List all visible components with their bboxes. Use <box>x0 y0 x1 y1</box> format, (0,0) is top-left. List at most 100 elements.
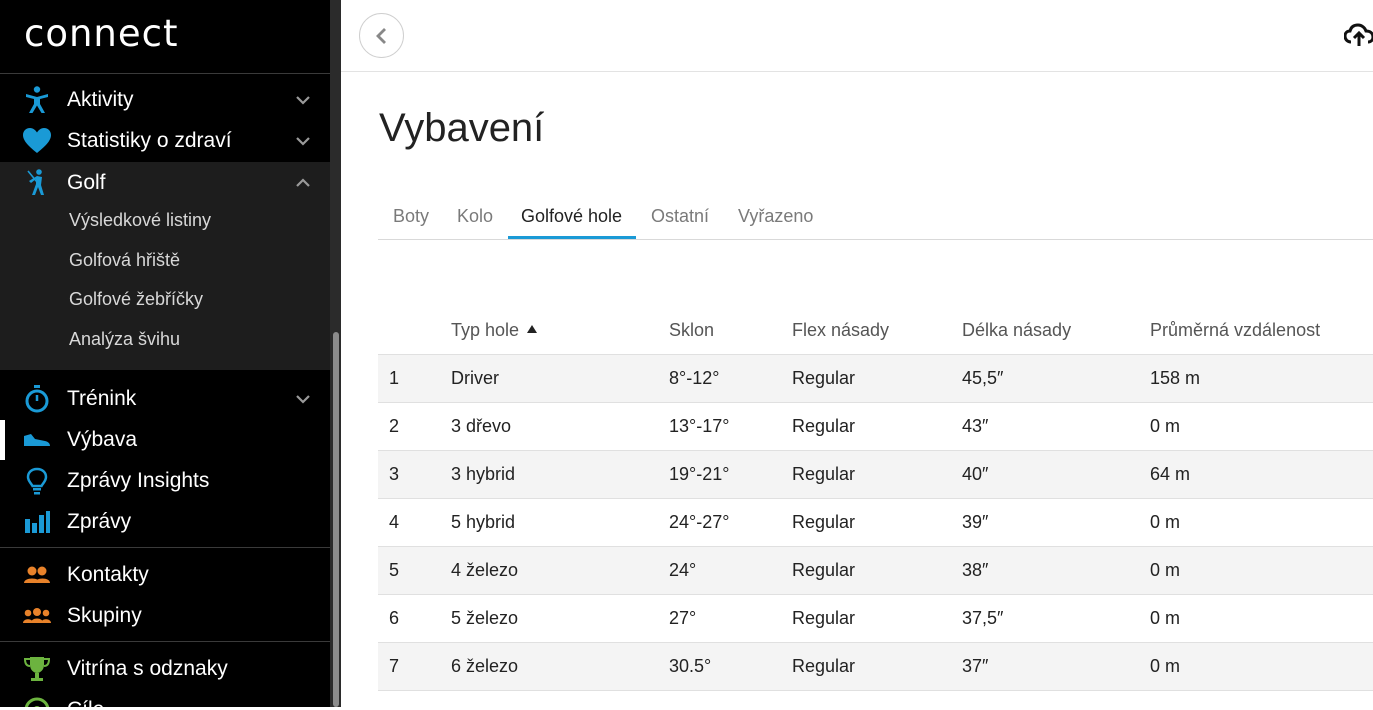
cell-row-number: 3 <box>389 464 400 484</box>
sidebar-subitem-ladders[interactable]: Golfové žebříčky <box>69 289 203 310</box>
sidebar-item-label: Trénink <box>67 386 137 410</box>
cell-club-type: 4 železo <box>451 560 519 580</box>
sidebar-item-label: Výbava <box>67 427 138 451</box>
chevron-down-icon[interactable] <box>295 391 311 407</box>
tab-kolo[interactable]: Kolo <box>457 206 493 227</box>
sidebar: connect Aktivity Statistiky o zdraví Gol… <box>0 0 330 707</box>
cell-loft: 13°-17° <box>669 416 730 436</box>
sidebar-item-zpravy[interactable]: Zprávy <box>0 501 330 542</box>
top-bar <box>341 0 1373 72</box>
header-club-type[interactable]: Typ hole <box>451 320 538 341</box>
golf-submenu: Golf Výsledkové listiny Golfová hřiště G… <box>0 162 330 370</box>
table-row-partial <box>378 690 1373 710</box>
lightbulb-icon <box>23 467 51 495</box>
divider <box>0 641 330 642</box>
bar-chart-icon <box>23 508 51 536</box>
sidebar-scrollbar-thumb[interactable] <box>333 332 339 707</box>
cell-shaft-flex: Regular <box>792 608 856 628</box>
cell-shaft-length: 37″ <box>962 656 989 676</box>
cell-club-type: 6 železo <box>451 656 519 676</box>
cell-row-number: 4 <box>389 512 400 532</box>
heart-icon <box>23 127 51 155</box>
sidebar-subitem-courses[interactable]: Golfová hřiště <box>69 250 180 271</box>
sidebar-subitem-swing-analysis[interactable]: Analýza švihu <box>69 329 180 350</box>
sidebar-subitem-leaderboards[interactable]: Výsledkové listiny <box>69 210 211 231</box>
chevron-down-icon[interactable] <box>295 133 311 149</box>
table-row[interactable]: 1 Driver 8°-12° Regular 45,5″ 158 m <box>378 354 1373 402</box>
stopwatch-icon <box>23 384 51 413</box>
page-title: Vybavení <box>379 106 545 150</box>
chevron-up-icon[interactable] <box>295 175 311 191</box>
sidebar-item-vybava[interactable]: Výbava <box>0 419 330 460</box>
sidebar-item-cile[interactable]: Cíle <box>0 689 330 707</box>
cell-shaft-flex: Regular <box>792 464 856 484</box>
table-row[interactable]: 2 3 dřevo 13°-17° Regular 43″ 0 m <box>378 402 1373 450</box>
sidebar-item-kontakty[interactable]: Kontakty <box>0 554 330 595</box>
back-button[interactable] <box>359 13 404 58</box>
table-row[interactable]: 5 4 železo 24° Regular 38″ 0 m <box>378 546 1373 594</box>
tab-vyrazeno[interactable]: Vyřazeno <box>738 206 813 227</box>
sidebar-item-aktivity[interactable]: Aktivity <box>0 79 330 120</box>
header-loft[interactable]: Sklon <box>669 320 714 341</box>
divider <box>0 547 330 548</box>
cell-row-number: 7 <box>389 656 400 676</box>
main-content: Vybavení Boty Kolo Golfové hole Ostatní … <box>341 0 1373 707</box>
cell-avg-distance: 158 m <box>1150 368 1201 388</box>
cell-loft: 27° <box>669 608 697 628</box>
sort-ascending-icon <box>527 325 538 333</box>
cell-shaft-flex: Regular <box>792 656 856 676</box>
cell-row-number: 2 <box>389 416 400 436</box>
header-shaft-flex[interactable]: Flex násady <box>792 320 889 341</box>
cell-avg-distance: 0 m <box>1150 608 1181 628</box>
cell-row-number: 1 <box>389 368 400 388</box>
sidebar-item-label: Golf <box>67 170 106 194</box>
tab-golfove-hole[interactable]: Golfové hole <box>521 206 622 227</box>
table-row[interactable]: 4 5 hybrid 24°-27° Regular 39″ 0 m <box>378 498 1373 546</box>
header-avg-distance[interactable]: Průměrná vzdálenost <box>1150 320 1320 341</box>
cell-club-type: 5 železo <box>451 608 519 628</box>
running-figure-icon <box>23 85 51 114</box>
golfer-icon <box>23 168 51 197</box>
cell-club-type: 5 hybrid <box>451 512 516 532</box>
table-row[interactable]: 7 6 železo 30.5° Regular 37″ 0 m <box>378 642 1373 690</box>
cell-shaft-flex: Regular <box>792 560 856 580</box>
sidebar-item-statistiky[interactable]: Statistiky o zdraví <box>0 120 330 161</box>
cloud-upload-icon[interactable] <box>1344 22 1373 48</box>
table-row[interactable]: 6 5 železo 27° Regular 37,5″ 0 m <box>378 594 1373 642</box>
chevron-down-icon[interactable] <box>295 92 311 108</box>
trophy-icon <box>23 655 51 683</box>
cell-loft: 30.5° <box>669 656 712 676</box>
sidebar-item-trenink[interactable]: Trénink <box>0 378 330 419</box>
sidebar-item-label: Vitrína s odznaky <box>67 656 228 680</box>
tab-ostatni[interactable]: Ostatní <box>651 206 709 227</box>
cell-shaft-length: 45,5″ <box>962 368 1004 388</box>
active-tab-indicator <box>508 236 636 239</box>
cell-avg-distance: 64 m <box>1150 464 1191 484</box>
cell-row-number: 6 <box>389 608 400 628</box>
header-shaft-length[interactable]: Délka násady <box>962 320 1071 341</box>
sidebar-item-label: Aktivity <box>67 87 134 111</box>
sidebar-item-label: Zprávy Insights <box>67 468 210 492</box>
sidebar-item-label: Cíle <box>67 698 104 708</box>
cell-loft: 19°-21° <box>669 464 730 484</box>
sidebar-item-skupiny[interactable]: Skupiny <box>0 595 330 636</box>
sidebar-item-label: Statistiky o zdraví <box>67 128 232 152</box>
cell-shaft-length: 38″ <box>962 560 989 580</box>
table-row[interactable]: 3 3 hybrid 19°-21° Regular 40″ 64 m <box>378 450 1373 498</box>
cell-club-type: Driver <box>451 368 499 388</box>
cell-shaft-length: 43″ <box>962 416 989 436</box>
groups-icon <box>23 602 51 630</box>
cell-shaft-length: 37,5″ <box>962 608 1004 628</box>
cell-avg-distance: 0 m <box>1150 512 1181 532</box>
contacts-icon <box>23 561 51 589</box>
cell-loft: 24°-27° <box>669 512 730 532</box>
tab-boty[interactable]: Boty <box>393 206 429 227</box>
sidebar-item-vitrina[interactable]: Vitrína s odznaky <box>0 648 330 689</box>
cell-avg-distance: 0 m <box>1150 416 1181 436</box>
tab-bar: Boty Kolo Golfové hole Ostatní Vyřazeno <box>378 196 1373 240</box>
cell-club-type: 3 dřevo <box>451 416 512 436</box>
sidebar-item-insights[interactable]: Zprávy Insights <box>0 460 330 501</box>
connect-logo[interactable]: connect <box>24 12 179 56</box>
cell-avg-distance: 0 m <box>1150 656 1181 676</box>
sidebar-item-golf[interactable]: Golf <box>0 162 330 203</box>
